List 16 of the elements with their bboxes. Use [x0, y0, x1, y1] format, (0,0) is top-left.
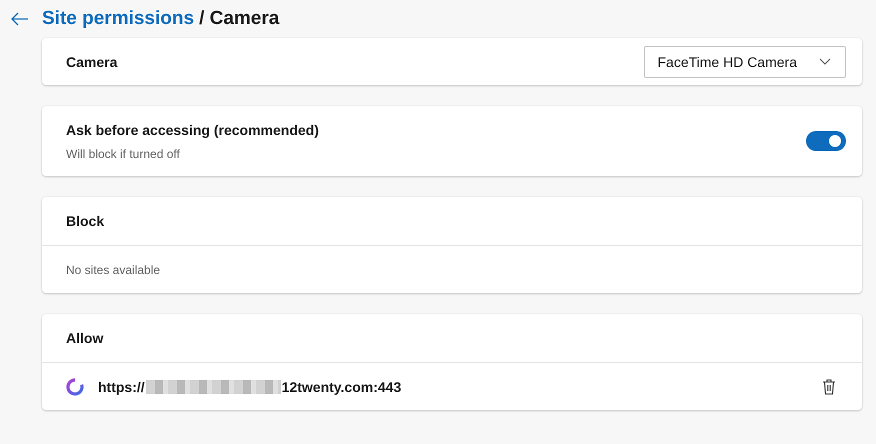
toggle-switch[interactable] — [806, 131, 846, 151]
setting-description: Will block if turned off — [66, 146, 181, 160]
section-title: Block — [66, 213, 104, 229]
breadcrumb-link[interactable]: Site permissions — [42, 8, 194, 30]
trash-icon[interactable] — [822, 378, 836, 394]
setting-title: Ask before accessing (recommended) — [66, 122, 319, 138]
section-title: Allow — [66, 330, 104, 346]
setting-label: Camera — [66, 54, 118, 70]
back-icon[interactable] — [10, 12, 28, 26]
chevron-down-icon — [819, 58, 831, 65]
site-url-start: https:// — [98, 378, 145, 394]
empty-message: No sites available — [66, 262, 160, 276]
page-title: / Camera — [199, 8, 280, 30]
ring-icon — [66, 378, 84, 396]
site-url-end: 12twenty.com:443 — [282, 378, 402, 394]
camera-dropdown[interactable]: FaceTime HD Camera — [644, 46, 846, 78]
